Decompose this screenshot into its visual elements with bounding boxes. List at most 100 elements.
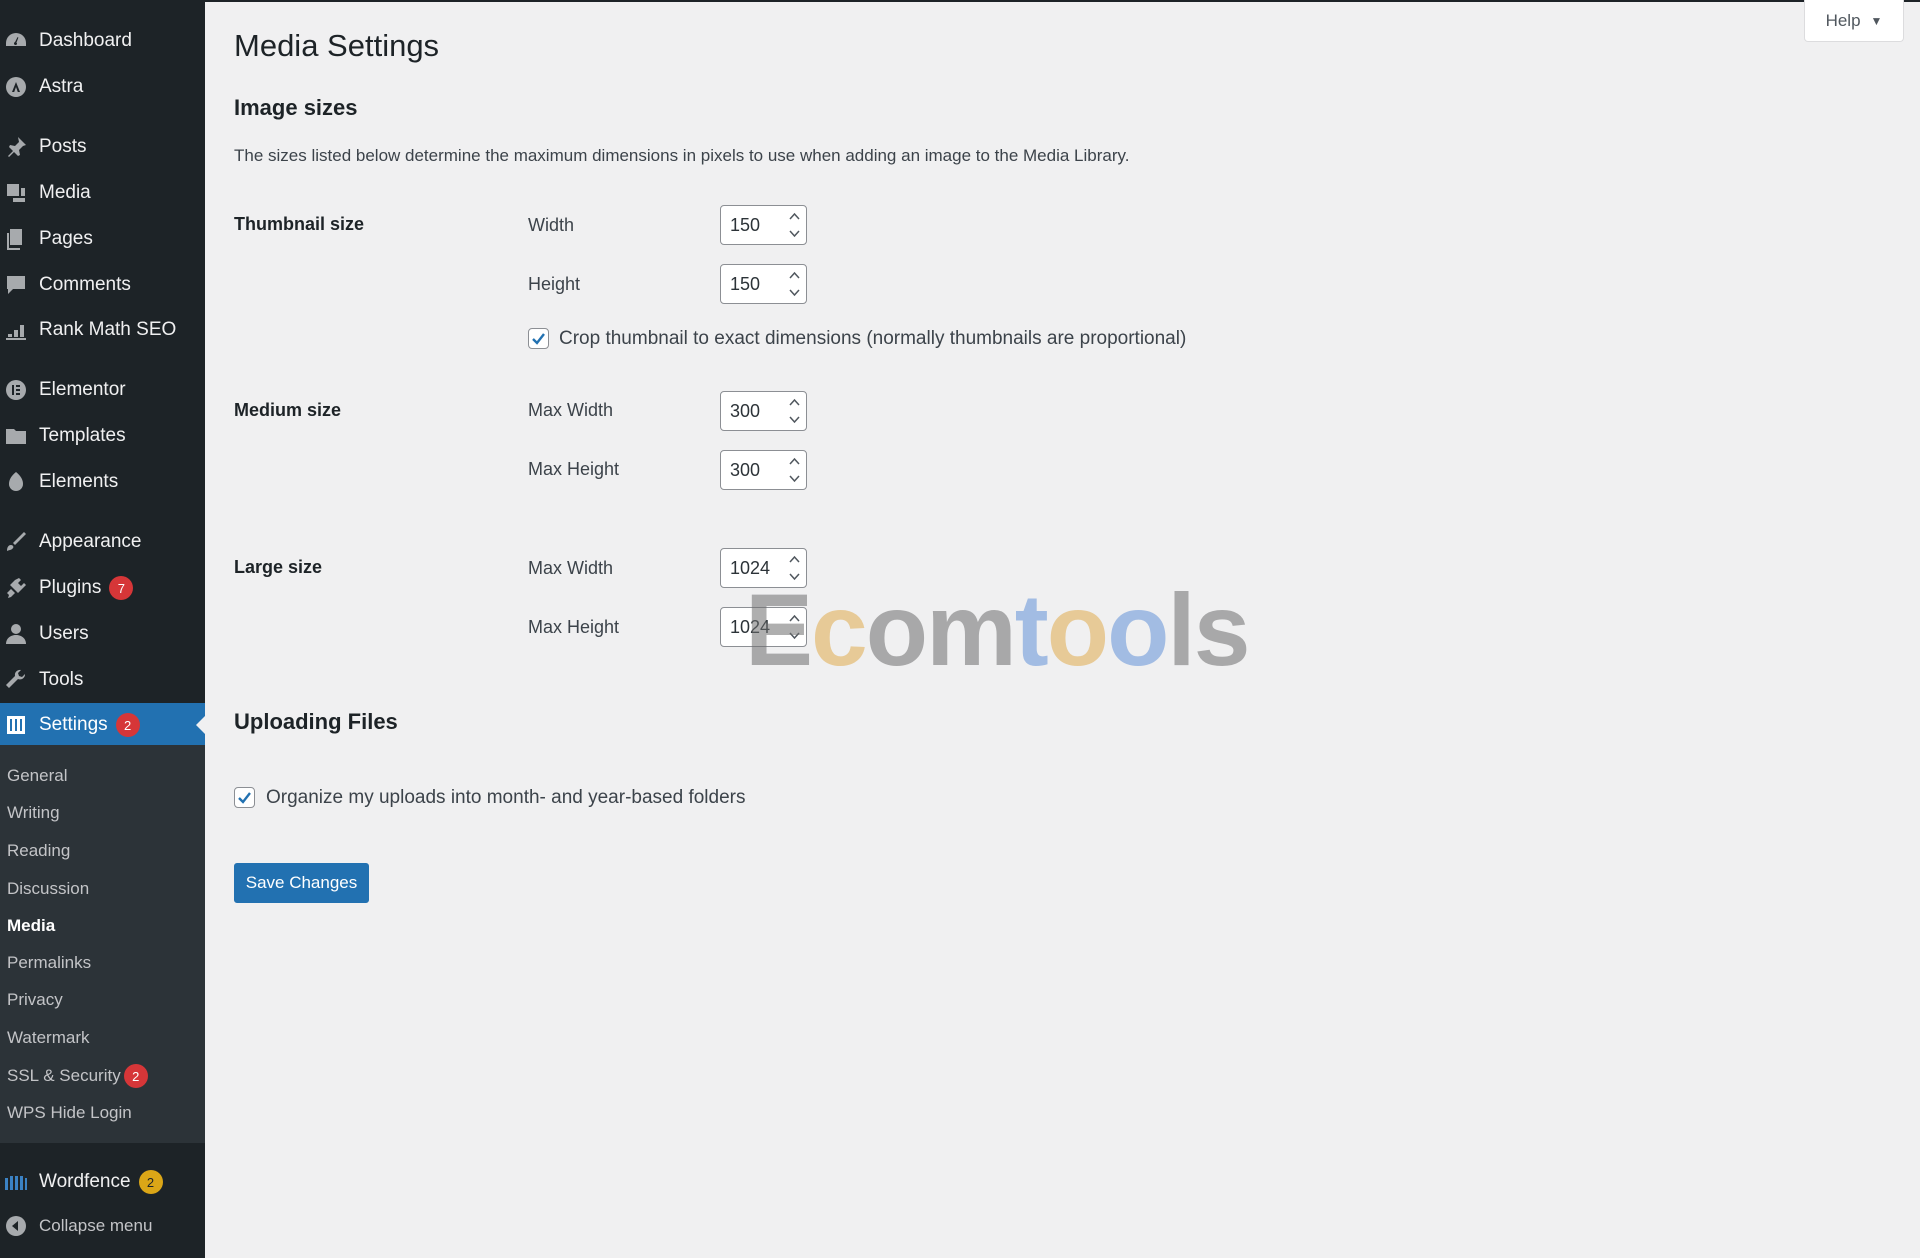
sidebar-item-tools[interactable]: Tools — [0, 659, 205, 701]
elementor-icon — [2, 376, 30, 404]
submenu-item-label: SSL & Security — [7, 1066, 121, 1085]
large-height-label: Max Height — [528, 617, 620, 637]
ssl-security-badge: 2 — [123, 1064, 148, 1088]
input-value: 300 — [730, 400, 761, 421]
medium-height-input[interactable]: 300 — [720, 450, 807, 490]
sidebar-item-elementor[interactable]: Elementor — [0, 369, 205, 411]
input-value: 150 — [730, 214, 761, 235]
large-size-label: Large size — [234, 557, 323, 577]
thumbnail-size-label: Thumbnail size — [234, 214, 365, 234]
submenu-item-writing[interactable]: Writing — [7, 798, 60, 828]
submenu-item-watermark[interactable]: Watermark — [7, 1023, 90, 1053]
folder-icon — [2, 422, 30, 450]
sidebar-item-rank-math[interactable]: Rank Math SEO — [0, 309, 205, 351]
settings-submenu: General Writing Reading Discussion Media… — [0, 745, 205, 1143]
wordfence-icon — [2, 1168, 30, 1196]
sidebar-item-label: Users — [39, 623, 89, 644]
input-value: 300 — [730, 459, 761, 480]
submenu-item-permalinks[interactable]: Permalinks — [7, 948, 91, 978]
sidebar-item-dashboard[interactable]: Dashboard — [0, 20, 205, 62]
medium-size-label: Medium size — [234, 400, 342, 420]
section-title-image-sizes: Image sizes — [234, 95, 358, 120]
thumbnail-height-label: Height — [528, 274, 581, 294]
organize-uploads-label: Organize my uploads into month- and year… — [266, 787, 746, 808]
submenu-item-ssl-security[interactable]: SSL & Security 2 — [7, 1061, 148, 1091]
organize-uploads-checkbox[interactable] — [234, 787, 255, 808]
elements-icon — [2, 468, 30, 496]
settings-icon — [2, 711, 30, 739]
submenu-item-wps-hide-login[interactable]: WPS Hide Login — [7, 1098, 132, 1128]
collapse-menu-button[interactable]: Collapse menu — [0, 1205, 205, 1247]
sidebar-item-posts[interactable]: Posts — [0, 126, 205, 168]
admin-sidebar: Dashboard Astra Posts Media Pages Commen… — [0, 0, 205, 1258]
sidebar-item-pages[interactable]: Pages — [0, 218, 205, 260]
spinner-icon[interactable] — [788, 212, 800, 238]
medium-width-input[interactable]: 300 — [720, 391, 807, 431]
submenu-item-discussion[interactable]: Discussion — [7, 874, 89, 904]
sidebar-item-appearance[interactable]: Appearance — [0, 521, 205, 563]
brush-icon — [2, 528, 30, 556]
large-width-label: Max Width — [528, 558, 614, 578]
submenu-item-privacy[interactable]: Privacy — [7, 985, 63, 1015]
collapse-icon — [2, 1212, 30, 1240]
sidebar-item-wordfence[interactable]: Wordfence 2 — [0, 1161, 205, 1203]
sidebar-item-label: Astra — [39, 76, 84, 97]
sidebar-item-label: Posts — [39, 136, 87, 157]
sidebar-item-elements[interactable]: Elements — [0, 461, 205, 503]
sidebar-item-label: Elementor — [39, 379, 126, 400]
sidebar-item-label: Wordfence — [39, 1171, 131, 1192]
thumbnail-width-input[interactable]: 150 — [720, 205, 807, 245]
submenu-item-reading[interactable]: Reading — [7, 836, 70, 866]
comment-icon — [2, 271, 30, 299]
media-icon — [2, 179, 30, 207]
crop-thumbnail-label: Crop thumbnail to exact dimensions (norm… — [559, 328, 1187, 349]
plug-icon — [2, 574, 30, 602]
image-sizes-description: The sizes listed below determine the max… — [234, 146, 1130, 165]
sidebar-item-label: Media — [39, 182, 91, 203]
astra-icon — [2, 73, 30, 101]
pages-icon — [2, 225, 30, 253]
sidebar-item-users[interactable]: Users — [0, 613, 205, 655]
plugins-update-badge: 7 — [109, 576, 134, 600]
help-button[interactable]: Help ▼ — [1804, 0, 1904, 42]
settings-badge: 2 — [115, 713, 140, 737]
active-indicator — [196, 716, 205, 734]
crop-thumbnail-checkbox[interactable] — [528, 328, 549, 349]
spinner-icon[interactable] — [788, 457, 800, 483]
page-title: Media Settings — [234, 28, 440, 63]
thumbnail-height-input[interactable]: 150 — [720, 264, 807, 304]
spinner-icon[interactable] — [788, 398, 800, 424]
medium-width-label: Max Width — [528, 400, 614, 420]
user-icon — [2, 620, 30, 648]
sidebar-item-label: Collapse menu — [39, 1216, 153, 1235]
sidebar-item-settings[interactable]: Settings 2 — [0, 703, 205, 747]
save-changes-button[interactable]: Save Changes — [234, 863, 369, 903]
sidebar-item-label: Comments — [39, 274, 131, 295]
sidebar-item-label: Elements — [39, 471, 119, 492]
sidebar-item-comments[interactable]: Comments — [0, 264, 205, 306]
pin-icon — [2, 133, 30, 161]
input-value: 150 — [730, 273, 761, 294]
checkmark-icon — [532, 333, 545, 345]
section-title-uploading-files: Uploading Files — [234, 709, 398, 734]
sidebar-item-label: Settings — [39, 714, 108, 735]
sidebar-item-label: Dashboard — [39, 30, 132, 51]
sidebar-item-templates[interactable]: Templates — [0, 415, 205, 457]
sidebar-item-label: Appearance — [39, 531, 142, 552]
submenu-item-media[interactable]: Media — [7, 911, 55, 941]
checkmark-icon — [238, 792, 251, 804]
sidebar-item-plugins[interactable]: Plugins 7 — [0, 567, 205, 609]
caret-down-icon: ▼ — [1870, 13, 1883, 28]
sidebar-item-astra[interactable]: Astra — [0, 66, 205, 108]
sidebar-item-label: Rank Math SEO — [39, 319, 177, 340]
chart-icon — [2, 316, 30, 344]
spinner-icon[interactable] — [788, 271, 800, 297]
submenu-item-general[interactable]: General — [7, 761, 67, 791]
sidebar-item-media[interactable]: Media — [0, 172, 205, 214]
medium-height-label: Max Height — [528, 459, 620, 479]
wrench-icon — [2, 666, 30, 694]
top-border — [205, 0, 1920, 2]
dashboard-icon — [2, 27, 30, 55]
sidebar-item-label: Plugins — [39, 577, 102, 598]
ecomtools-watermark: Ecomtools — [745, 573, 1250, 687]
